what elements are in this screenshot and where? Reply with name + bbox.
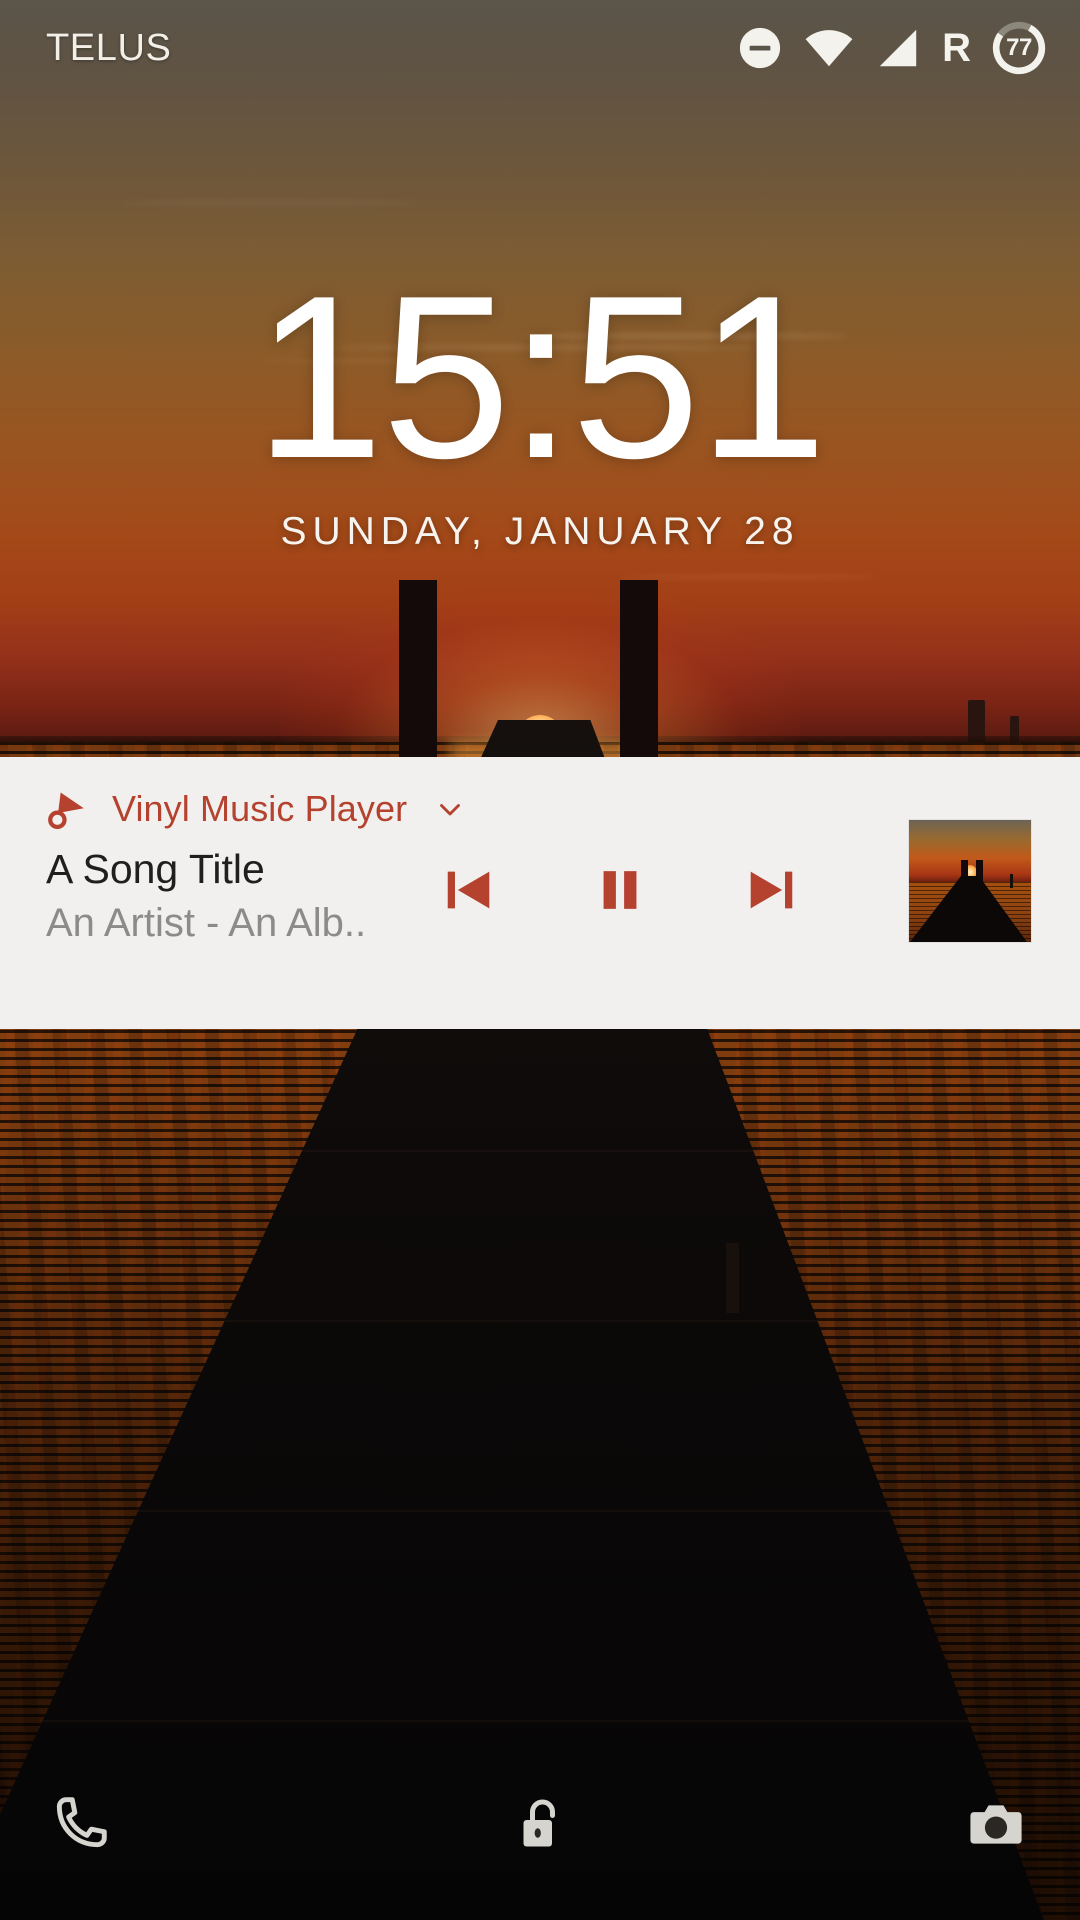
status-icon-group: R 77 [737,21,1046,75]
camera-shortcut[interactable] [956,1784,1036,1864]
track-subtitle: An Artist - An Alb.. [46,901,367,946]
track-title: A Song Title [46,846,265,892]
album-art[interactable] [908,819,1032,943]
media-controls [440,861,800,919]
phone-icon [56,1797,107,1848]
media-notification-card[interactable]: Vinyl Music Player A Song Title An Artis… [0,757,1080,1029]
roaming-indicator: R [942,26,971,70]
battery-percent-label: 77 [1006,34,1032,61]
track-info: A Song Title An Artist - An Alb.. [0,845,430,947]
carrier-label: TELUS [46,26,172,69]
phone-shortcut[interactable] [40,1784,120,1864]
pier-post [726,1243,739,1313]
lock-screen: TELUS R 77 15:51 SUNDAY, JANUARY 28 Viny… [0,0,1080,1920]
battery-circle-icon: 77 [992,21,1046,75]
do-not-disturb-icon [739,27,781,69]
unlock-indicator[interactable] [500,1784,580,1864]
chevron-down-icon[interactable] [433,792,467,826]
cellular-signal-icon [879,29,917,67]
bottom-shortcut-bar [0,1740,1080,1920]
lockscreen-date: SUNDAY, JANUARY 28 [280,510,800,554]
app-name-label: Vinyl Music Player [112,788,408,829]
previous-button[interactable] [440,861,498,919]
cloud-streak [120,200,420,206]
clock-block: 15:51 SUNDAY, JANUARY 28 [0,248,1080,554]
notification-body: A Song Title An Artist - An Alb.. [0,819,1080,947]
pause-button[interactable] [591,861,649,919]
next-button[interactable] [742,861,800,919]
tonearm-icon [48,792,84,830]
status-bar: TELUS R 77 [0,0,1080,96]
unlock-icon [523,1799,555,1847]
lockscreen-clock: 15:51 [254,248,828,507]
wifi-icon [805,30,853,67]
cloud-streak [620,575,880,579]
camera-icon [970,1805,1022,1844]
